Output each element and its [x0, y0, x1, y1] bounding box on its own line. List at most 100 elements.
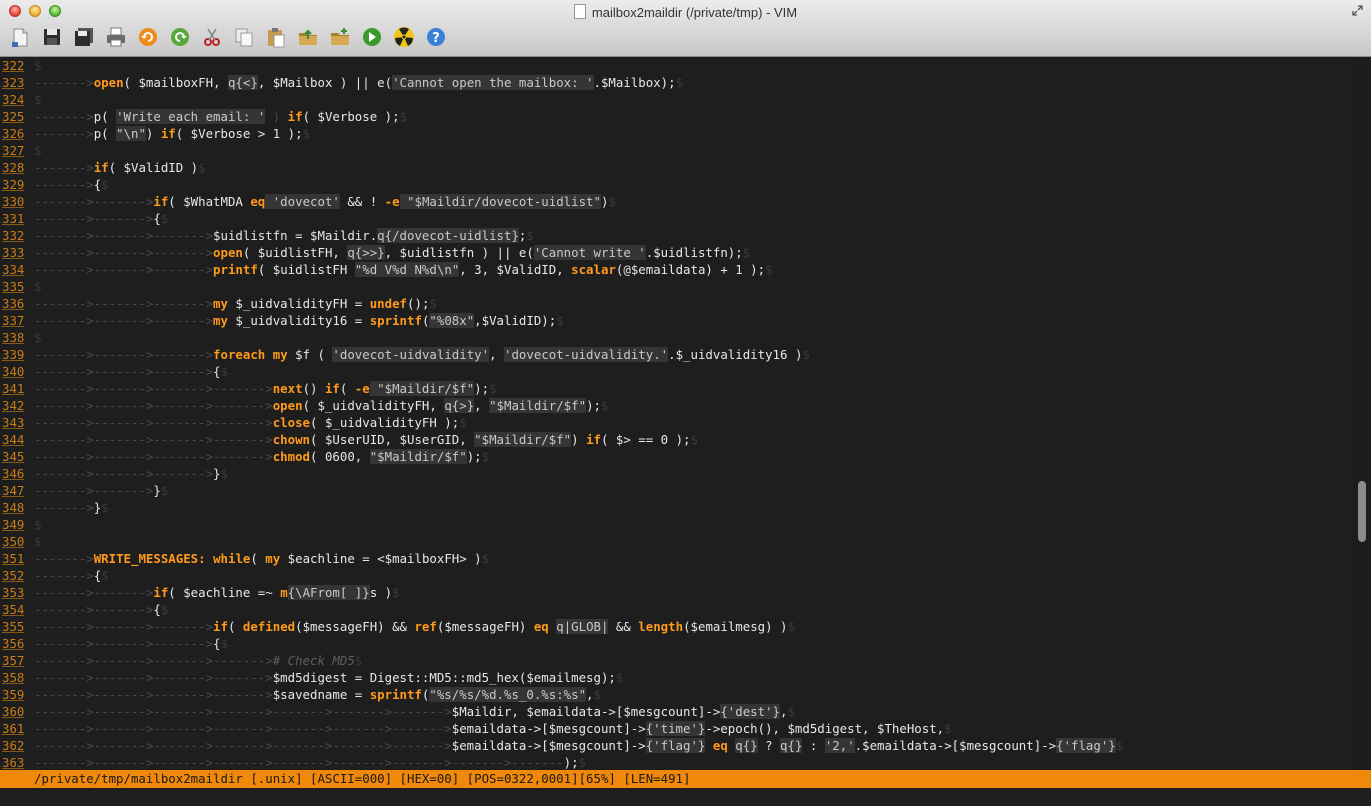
save-session-icon[interactable] [328, 25, 352, 49]
eol-marker: $ [101, 177, 109, 192]
line-number: 337 [2, 313, 25, 328]
code-token: ( $eachline =~ [168, 585, 281, 600]
keyword-token: while [213, 551, 251, 566]
string-token: 'Cannot open the mailbox: ' [392, 75, 594, 90]
scrollbar-thumb[interactable] [1358, 481, 1366, 542]
line-code: ------->------->{$ [34, 601, 168, 618]
tab-marker: ------->-------> [34, 194, 154, 209]
code-token: .$_uidvalidity16 ) [668, 347, 803, 362]
line-code: ------->------->------->printf( $uidlist… [34, 261, 773, 278]
command-line[interactable] [0, 788, 1371, 806]
eol-marker: $ [160, 483, 169, 498]
keyword-token: chmod [272, 449, 311, 464]
string-token: "$Maildir/$f" [489, 398, 587, 413]
keyword-token: close [272, 415, 311, 430]
eol-marker: $ [160, 602, 169, 617]
save-all-icon[interactable] [72, 25, 96, 49]
tab-marker: ------->-------> [34, 211, 154, 226]
code-token: $emaildata->[$mesgcount]-> [451, 738, 646, 753]
line-number: 352 [2, 568, 25, 583]
keyword-token: eq [250, 194, 266, 209]
tab-marker: ------->------->-------> [34, 296, 214, 311]
print-icon[interactable] [104, 25, 128, 49]
radiation-icon[interactable] [392, 25, 416, 49]
string-token: "$Maildir/$f" [369, 449, 467, 464]
line-code: ------->------->if( $WhatMDA eq 'dovecot… [34, 193, 616, 210]
tab-marker: ------->------->------->-------> [34, 653, 273, 668]
open-icon[interactable] [8, 25, 32, 49]
eol-marker: $ [198, 160, 206, 175]
line-number: 350 [2, 534, 25, 549]
eol-marker: $ [615, 670, 624, 685]
keyword-token: if [324, 381, 340, 396]
tab-marker: ------->------->-------> [34, 347, 214, 362]
line-number: 353 [2, 585, 25, 600]
string-token: {'flag'} [1056, 738, 1116, 753]
tab-marker: ------->------->-------> [34, 245, 214, 260]
code-token: ); [466, 449, 482, 464]
eol-marker: $ [578, 755, 587, 770]
code-token: (); [407, 296, 430, 311]
code-token: $f ( [287, 347, 333, 362]
run-icon[interactable] [360, 25, 384, 49]
help-icon[interactable]: ? [424, 25, 448, 49]
code-token: ); [586, 398, 601, 413]
eol-marker: $ [101, 500, 109, 515]
save-icon[interactable] [40, 25, 64, 49]
line-number: 333 [2, 245, 25, 260]
code-token: ,$ValidID); [474, 313, 557, 328]
code-token: ($emailmesg) ) [683, 619, 788, 634]
fullscreen-icon[interactable] [1352, 5, 1363, 16]
line-code: $ [34, 329, 41, 346]
code-token: p( [93, 109, 117, 124]
code-token: $_uidvalidity16 = [227, 313, 370, 328]
string-token: q{>>} [347, 245, 385, 260]
line-code: $ [34, 516, 41, 533]
cut-icon[interactable] [200, 25, 224, 49]
keyword-token: if [93, 160, 109, 175]
undo-icon[interactable] [136, 25, 160, 49]
line-code: ------->------->------->my $_uidvalidity… [34, 295, 437, 312]
eol-marker: $ [1115, 738, 1124, 753]
tab-marker: -------> [34, 177, 94, 192]
string-token: 'dovecot' [265, 194, 340, 209]
line-code: ------->------->------->------->------->… [34, 737, 1123, 754]
eol-marker: $ [429, 296, 437, 311]
eol-marker: $ [34, 143, 42, 158]
line-code: ------->p( "\n") if( $Verbose > 1 );$ [34, 125, 310, 142]
code-token: { [213, 364, 221, 379]
code-token: ); [563, 755, 579, 770]
code-token: && [608, 619, 639, 634]
code-token: , [586, 687, 594, 702]
eol-marker: $ [593, 687, 601, 702]
tab-marker: ------->------->-------> [34, 364, 214, 379]
tab-marker: ------->------->-------> [34, 636, 214, 651]
code-token: , 3, $ValidID, [459, 262, 572, 277]
line-code: ------->------->------->-------># Check … [34, 652, 362, 669]
paste-icon[interactable] [264, 25, 288, 49]
eol-marker: $ [787, 704, 795, 719]
eol-marker: $ [34, 58, 42, 73]
tab-marker: ------->------->-------> [34, 228, 214, 243]
line-code: ------->------->------->------->chmod( 0… [34, 448, 489, 465]
code-token: .$uidlistfn); [645, 245, 743, 260]
line-code: ------->------->------->}$ [34, 465, 228, 482]
vertical-scrollbar[interactable] [1353, 57, 1371, 770]
load-session-icon[interactable] [296, 25, 320, 49]
code-token: ) [571, 432, 587, 447]
copy-icon[interactable] [232, 25, 256, 49]
eol-marker: $ [34, 330, 42, 345]
code-token: $emaildata->[$mesgcount]-> [451, 721, 646, 736]
string-token: "%s/%s/%d.%s_0.%s:%s" [429, 687, 587, 702]
eol-marker: $ [220, 636, 228, 651]
string-token: {'flag'} [645, 738, 706, 753]
eol-marker: $ [399, 109, 408, 124]
tab-marker: ------->-------> [34, 483, 154, 498]
editor-text-area[interactable]: 322 $323 ------->open( $mailboxFH, q{<}, $… [0, 57, 1353, 770]
line-code: ------->{$ [34, 567, 109, 584]
svg-text:?: ? [432, 31, 440, 46]
string-token: 'dovecot-uidvalidity' [332, 347, 490, 362]
document-proxy-icon[interactable] [573, 4, 586, 19]
redo-icon[interactable] [168, 25, 192, 49]
